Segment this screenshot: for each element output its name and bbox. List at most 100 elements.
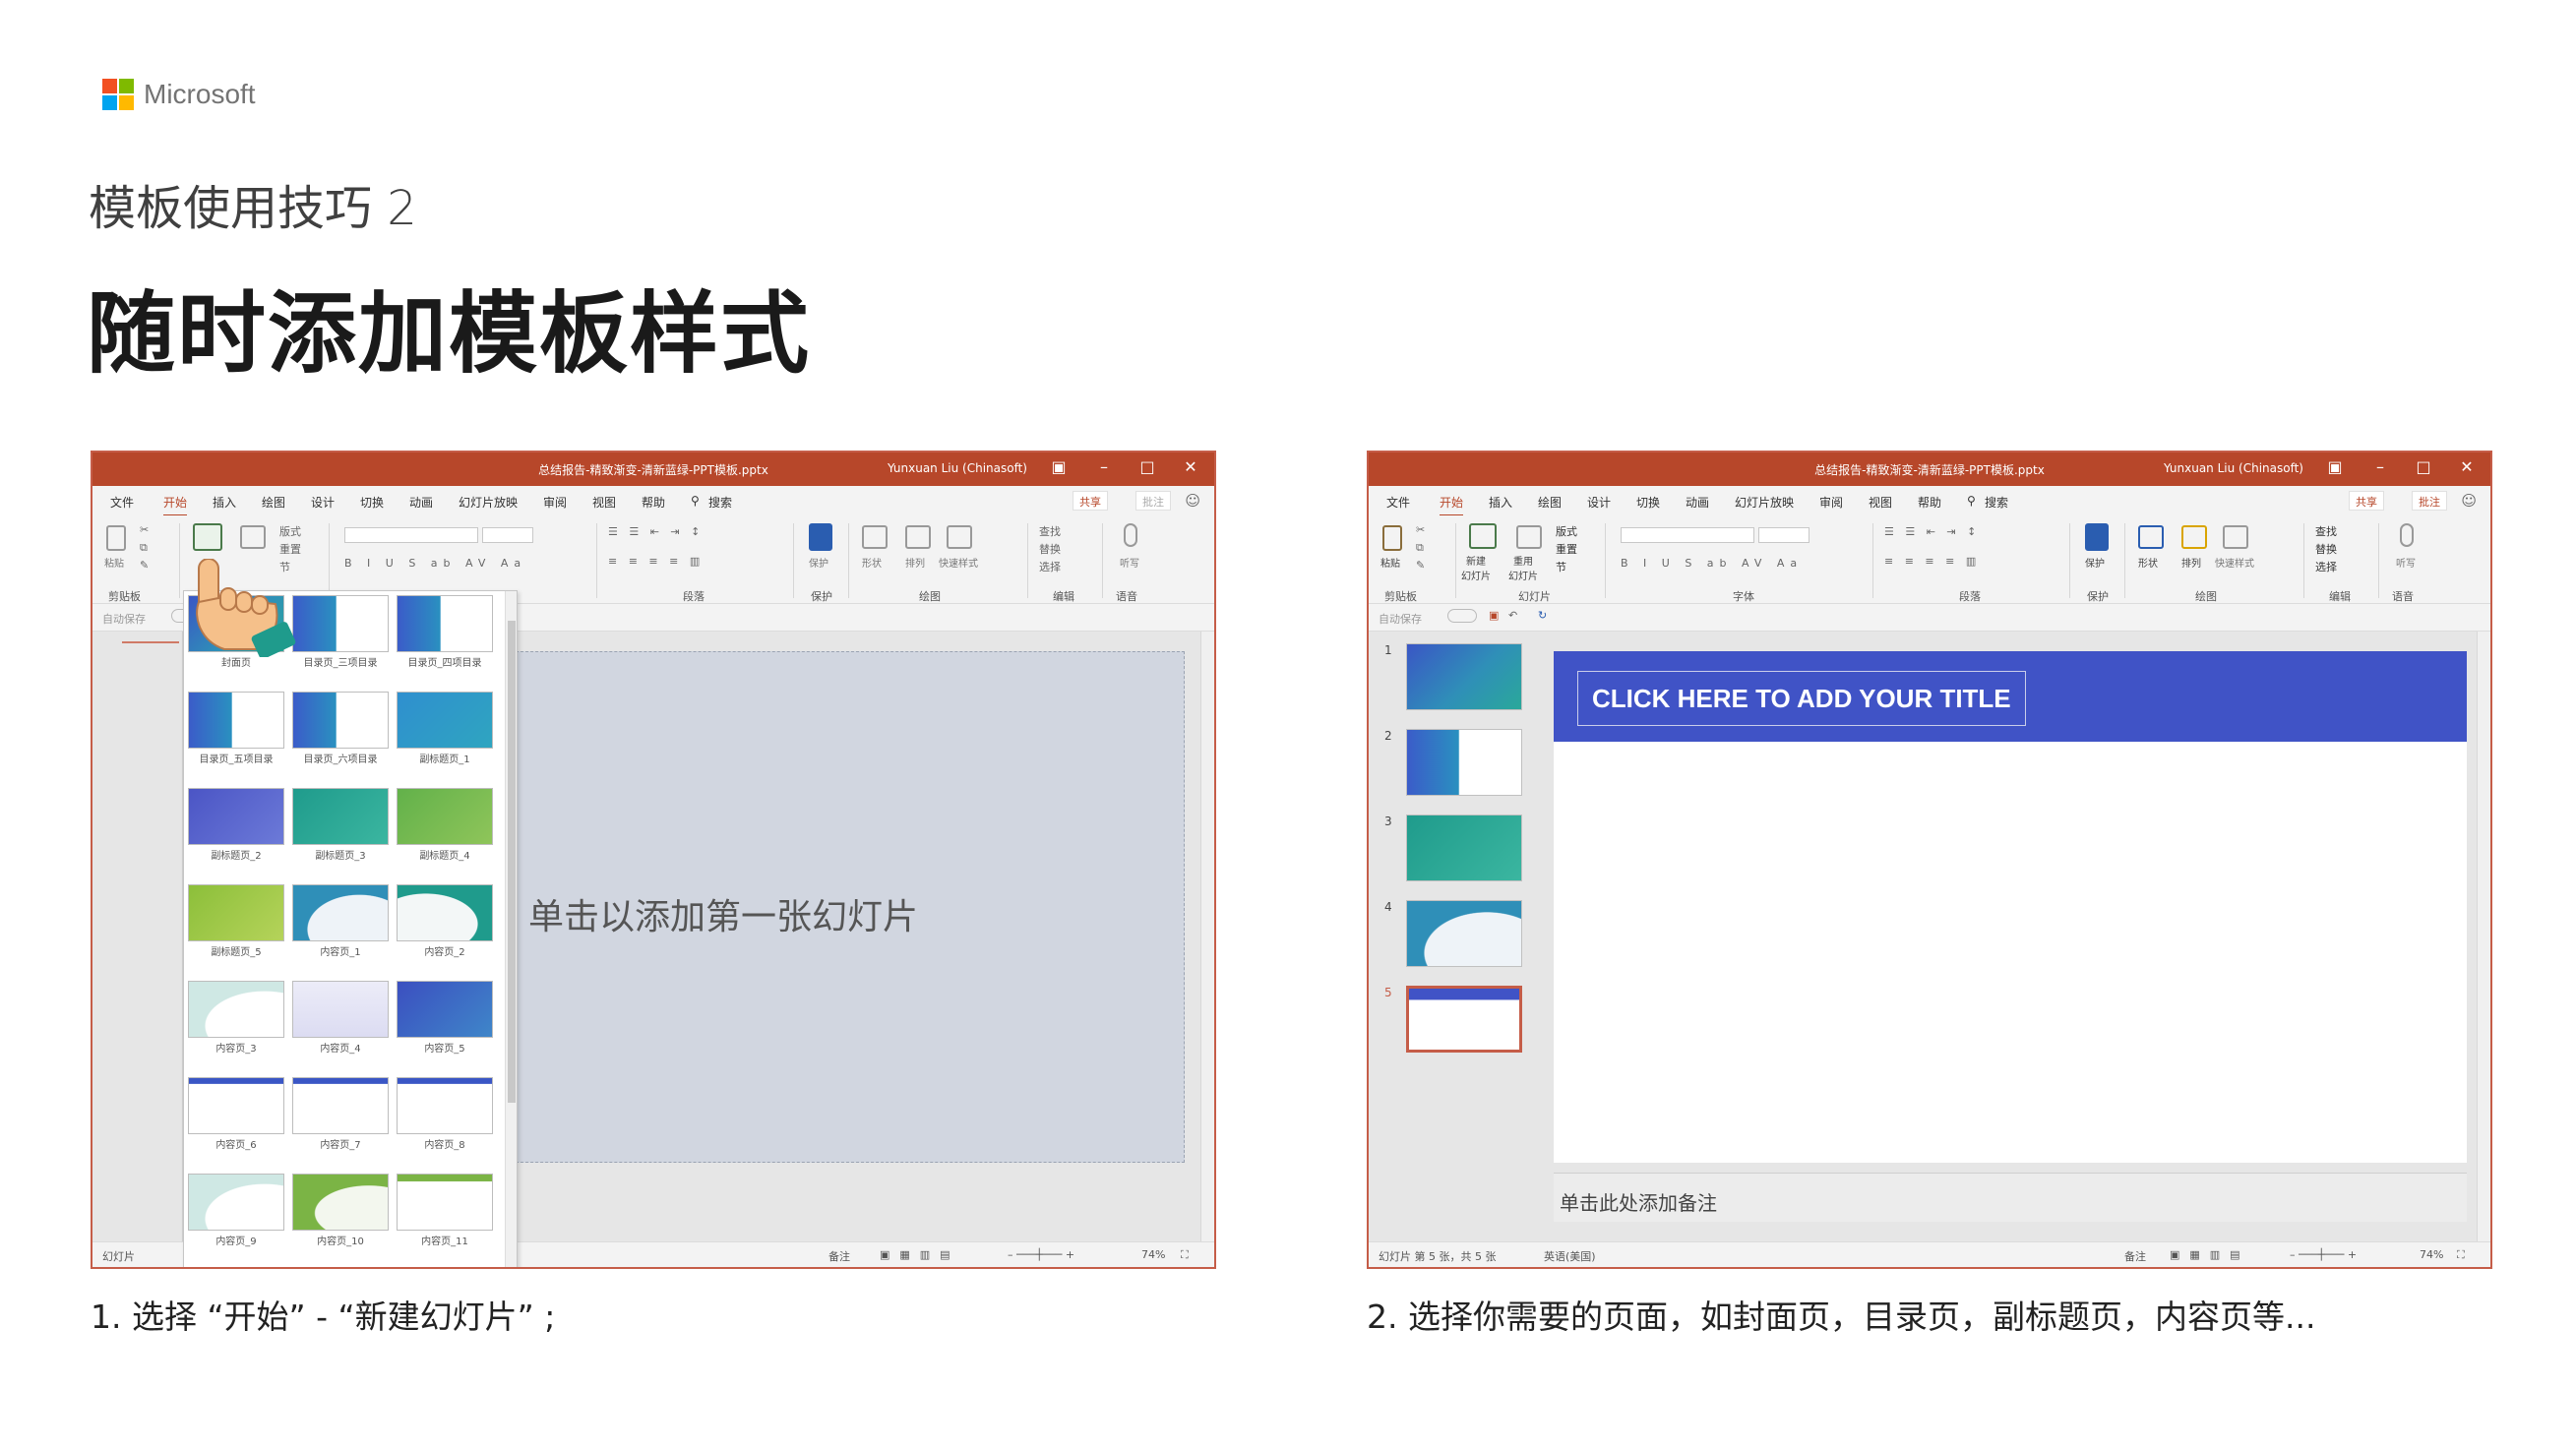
notes-button[interactable]: 备注 — [2124, 1248, 2146, 1264]
tab-transitions[interactable]: 切换 — [1636, 494, 1660, 511]
layout-option[interactable]: 副标题页_2 — [188, 788, 284, 862]
tab-view[interactable]: 视图 — [1869, 494, 1892, 511]
protect-icon[interactable] — [2085, 523, 2109, 551]
font-name-field[interactable] — [344, 527, 478, 543]
format-painter-icon[interactable]: ✎ — [140, 559, 149, 572]
search-icon[interactable]: ⚲ — [691, 494, 700, 508]
feedback-smile-icon[interactable]: ☺ — [2461, 492, 2477, 510]
new-slide-icon[interactable] — [1469, 523, 1497, 549]
reset-button[interactable]: 重置 — [1556, 541, 1577, 557]
paste-button[interactable]: 粘贴 — [104, 555, 124, 570]
quick-style-button[interactable]: 快速样式 — [939, 555, 978, 570]
feedback-smile-icon[interactable]: ☺ — [1185, 492, 1200, 510]
layout-option[interactable]: 副标题页_3 — [292, 788, 389, 862]
replace-button[interactable]: 替换 — [1039, 541, 1061, 557]
font-name-field[interactable] — [1621, 527, 1754, 543]
vertical-scrollbar[interactable] — [2477, 632, 2490, 1241]
layout-option[interactable]: 内容页_7 — [292, 1077, 389, 1151]
tab-view[interactable]: 视图 — [592, 494, 616, 511]
shape-icon[interactable] — [2138, 525, 2164, 549]
shape-button[interactable]: 形状 — [862, 555, 882, 570]
arrange-icon[interactable] — [905, 525, 931, 549]
zoom-level[interactable]: 74% — [1141, 1248, 1165, 1261]
search-icon[interactable]: ⚲ — [1967, 494, 1976, 508]
status-language[interactable]: 英语(美国) — [1544, 1248, 1596, 1264]
view-buttons[interactable]: ▣▦▥▤ — [880, 1248, 960, 1261]
view-buttons[interactable]: ▣▦▥▤ — [2170, 1248, 2250, 1261]
paste-button[interactable]: 粘贴 — [1380, 555, 1400, 570]
layout-button[interactable]: 版式 — [279, 523, 301, 539]
microphone-icon[interactable] — [1124, 523, 1137, 547]
slide-thumbnail[interactable] — [1406, 643, 1522, 710]
tab-transitions[interactable]: 切换 — [360, 494, 384, 511]
dictate-button[interactable]: 听写 — [1120, 555, 1139, 570]
layout-option[interactable]: 内容页_5 — [397, 981, 493, 1055]
maximize-icon[interactable]: □ — [2410, 457, 2437, 476]
redo-icon[interactable]: ↻ — [1538, 609, 1547, 622]
copy-icon[interactable]: ⧉ — [1416, 541, 1424, 555]
minimize-icon[interactable]: – — [1090, 457, 1118, 476]
align-buttons[interactable]: ≡ ≡ ≡ ≡ ▥ — [608, 555, 704, 568]
quick-style-icon[interactable] — [2223, 525, 2248, 549]
layout-option[interactable]: 内容页_1 — [292, 884, 389, 958]
slide-thumbnail-pane[interactable] — [92, 632, 183, 1241]
list-buttons[interactable]: ☰ ☰ ⇤ ⇥ ↕ — [1884, 525, 1980, 538]
font-size-field[interactable] — [482, 527, 533, 543]
tab-insert[interactable]: 插入 — [213, 494, 236, 511]
layout-button[interactable]: 版式 — [1556, 523, 1577, 539]
gallery-scrollbar[interactable] — [505, 591, 517, 1267]
slide-thumbnail[interactable] — [1406, 814, 1522, 881]
new-slide-button[interactable]: 新建 幻灯片 — [1461, 553, 1491, 582]
reset-button[interactable]: 重置 — [279, 541, 301, 557]
tab-animations[interactable]: 动画 — [409, 494, 433, 511]
shape-icon[interactable] — [862, 525, 888, 549]
comment-button[interactable]: 批注 — [1135, 491, 1171, 511]
microphone-icon[interactable] — [2400, 523, 2414, 547]
paste-icon[interactable] — [1382, 525, 1402, 551]
arrange-button[interactable]: 排列 — [2181, 555, 2201, 570]
tab-file[interactable]: 文件 — [1386, 494, 1410, 511]
reuse-slide-button[interactable]: 重用 幻灯片 — [1508, 553, 1538, 582]
protect-icon[interactable] — [809, 523, 832, 551]
layout-option[interactable]: 目录页_五项目录 — [188, 692, 284, 765]
save-icon[interactable]: ▣ — [1489, 609, 1499, 622]
list-buttons[interactable]: ☰ ☰ ⇤ ⇥ ↕ — [608, 525, 704, 538]
layout-option[interactable]: 副标题页_4 — [397, 788, 493, 862]
close-icon[interactable]: ✕ — [1177, 457, 1204, 476]
slide-thumbnail[interactable] — [1406, 729, 1522, 796]
tab-design[interactable]: 设计 — [311, 494, 335, 511]
find-button[interactable]: 查找 — [1039, 523, 1061, 539]
tab-draw[interactable]: 绘图 — [1538, 494, 1562, 511]
current-slide[interactable]: CLICK HERE TO ADD YOUR TITLE — [1554, 651, 2467, 1163]
close-icon[interactable]: ✕ — [2453, 457, 2481, 476]
cut-icon[interactable]: ✂ — [140, 523, 149, 536]
format-painter-icon[interactable]: ✎ — [1416, 559, 1425, 572]
replace-button[interactable]: 替换 — [2315, 541, 2337, 557]
select-button[interactable]: 选择 — [1039, 559, 1061, 574]
tab-help[interactable]: 帮助 — [642, 494, 665, 511]
tab-animations[interactable]: 动画 — [1686, 494, 1709, 511]
tab-slideshow[interactable]: 幻灯片放映 — [1735, 494, 1794, 511]
tab-design[interactable]: 设计 — [1587, 494, 1611, 511]
layout-option[interactable]: 副标题页_5 — [188, 884, 284, 958]
layout-option[interactable]: 副标题页_1 — [397, 692, 493, 765]
layout-option[interactable]: 内容页_2 — [397, 884, 493, 958]
search-box[interactable]: 搜索 — [1985, 494, 2008, 511]
share-button[interactable]: 共享 — [1073, 491, 1108, 511]
quick-style-button[interactable]: 快速样式 — [2215, 555, 2254, 570]
copy-icon[interactable]: ⧉ — [140, 541, 148, 555]
layout-option[interactable]: 内容页_3 — [188, 981, 284, 1055]
fit-slide-icon[interactable]: ⛶ — [2457, 1248, 2465, 1262]
layout-option[interactable]: 内容页_8 — [397, 1077, 493, 1151]
select-button[interactable]: 选择 — [2315, 559, 2337, 574]
notes-pane[interactable]: 单击此处添加备注 — [1554, 1173, 2467, 1222]
comment-button[interactable]: 批注 — [2412, 491, 2447, 511]
slide-thumbnail-pane[interactable]: 1 2 3 4 5 — [1369, 632, 1534, 1241]
tab-review[interactable]: 审阅 — [1819, 494, 1843, 511]
font-format-buttons[interactable]: B I U S ab AV Aa — [1621, 557, 1803, 570]
tab-home[interactable]: 开始 — [163, 494, 188, 517]
layout-option[interactable]: 内容页_6 — [188, 1077, 284, 1151]
slide-thumbnail[interactable] — [1406, 986, 1522, 1053]
font-format-buttons[interactable]: B I U S ab AV Aa — [344, 557, 526, 570]
notes-button[interactable]: 备注 — [828, 1248, 850, 1264]
